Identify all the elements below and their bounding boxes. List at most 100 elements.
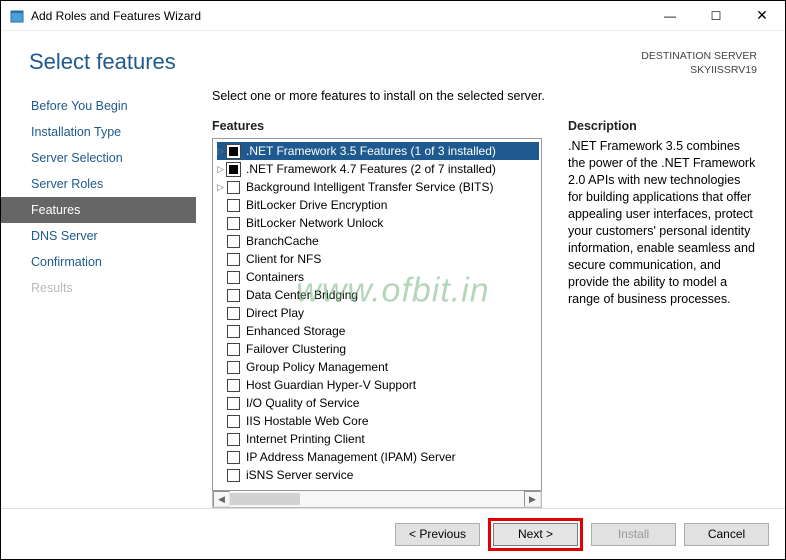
header: Select features DESTINATION SERVER SKYII… — [1, 31, 785, 77]
nav-server-selection[interactable]: Server Selection — [1, 145, 196, 171]
feature-row[interactable]: Host Guardian Hyper-V Support — [217, 376, 539, 394]
feature-label: IIS Hostable Web Core — [246, 412, 369, 430]
feature-checkbox[interactable] — [227, 433, 240, 446]
features-column: Features ▷ .NET Framework 3.5 Features (1… — [212, 119, 542, 508]
feature-checkbox[interactable] — [227, 415, 240, 428]
content: Before You Begin Installation Type Serve… — [1, 77, 785, 508]
titlebar: Add Roles and Features Wizard — ☐ ✕ — [1, 1, 785, 31]
feature-row[interactable]: Containers — [217, 268, 539, 286]
dest-value: SKYIISSRV19 — [641, 63, 757, 77]
description-column: Description .NET Framework 3.5 combines … — [568, 119, 757, 508]
feature-label: Failover Clustering — [246, 340, 346, 358]
feature-row[interactable]: ▷ .NET Framework 4.7 Features (2 of 7 ins… — [217, 160, 539, 178]
feature-checkbox[interactable] — [227, 235, 240, 248]
install-button: Install — [591, 523, 676, 546]
footer: < Previous Next > Install Cancel — [1, 509, 785, 559]
feature-label: Host Guardian Hyper-V Support — [246, 376, 416, 394]
next-highlight: Next > — [488, 518, 583, 551]
nav-confirmation[interactable]: Confirmation — [1, 249, 196, 275]
description-text: .NET Framework 3.5 combines the power of… — [568, 138, 757, 308]
description-label: Description — [568, 119, 757, 138]
cancel-button[interactable]: Cancel — [684, 523, 769, 546]
feature-label: Direct Play — [246, 304, 304, 322]
feature-checkbox[interactable] — [227, 163, 240, 176]
minimize-button[interactable]: — — [647, 1, 693, 31]
nav-dns-server[interactable]: DNS Server — [1, 223, 196, 249]
expand-icon[interactable]: ▷ — [217, 160, 227, 178]
feature-label: BitLocker Drive Encryption — [246, 196, 387, 214]
dest-label: DESTINATION SERVER — [641, 49, 757, 63]
nav-server-roles[interactable]: Server Roles — [1, 171, 196, 197]
maximize-button[interactable]: ☐ — [693, 1, 739, 31]
feature-checkbox[interactable] — [227, 199, 240, 212]
feature-label: Containers — [246, 268, 304, 286]
scroll-left-button[interactable]: ◀ — [213, 491, 230, 507]
feature-checkbox[interactable] — [227, 217, 240, 230]
feature-row[interactable]: BitLocker Drive Encryption — [217, 196, 539, 214]
nav-results: Results — [1, 275, 196, 301]
feature-row[interactable]: Group Policy Management — [217, 358, 539, 376]
feature-row[interactable]: iSNS Server service — [217, 466, 539, 484]
scroll-track[interactable] — [230, 491, 524, 507]
feature-label: iSNS Server service — [246, 466, 353, 484]
feature-label: .NET Framework 3.5 Features (1 of 3 inst… — [246, 142, 496, 160]
feature-label: BitLocker Network Unlock — [246, 214, 383, 232]
feature-checkbox[interactable] — [227, 397, 240, 410]
features-label: Features — [212, 119, 542, 138]
nav-sidebar: Before You Begin Installation Type Serve… — [1, 87, 196, 508]
instruction-text: Select one or more features to install o… — [212, 87, 757, 119]
horizontal-scrollbar[interactable]: ◀ ▶ — [212, 491, 542, 508]
expand-icon[interactable]: ▷ — [217, 142, 227, 160]
scroll-thumb[interactable] — [230, 493, 300, 505]
features-listbox[interactable]: ▷ .NET Framework 3.5 Features (1 of 3 ins… — [212, 138, 542, 491]
feature-checkbox[interactable] — [227, 253, 240, 266]
feature-row[interactable]: Direct Play — [217, 304, 539, 322]
feature-row[interactable]: Client for NFS — [217, 250, 539, 268]
next-button[interactable]: Next > — [493, 523, 578, 546]
feature-checkbox[interactable] — [227, 325, 240, 338]
nav-installation-type[interactable]: Installation Type — [1, 119, 196, 145]
feature-row[interactable]: IP Address Management (IPAM) Server — [217, 448, 539, 466]
window: Add Roles and Features Wizard — ☐ ✕ Sele… — [0, 0, 786, 560]
feature-checkbox[interactable] — [227, 289, 240, 302]
feature-row[interactable]: Internet Printing Client — [217, 430, 539, 448]
feature-checkbox[interactable] — [227, 181, 240, 194]
feature-row[interactable]: ▷ Background Intelligent Transfer Service… — [217, 178, 539, 196]
expand-icon[interactable]: ▷ — [217, 178, 227, 196]
feature-checkbox[interactable] — [227, 379, 240, 392]
feature-checkbox[interactable] — [227, 307, 240, 320]
feature-label: BranchCache — [246, 232, 319, 250]
feature-label: Group Policy Management — [246, 358, 388, 376]
feature-checkbox[interactable] — [227, 343, 240, 356]
feature-label: I/O Quality of Service — [246, 394, 359, 412]
feature-checkbox[interactable] — [227, 271, 240, 284]
feature-checkbox[interactable] — [227, 451, 240, 464]
feature-label: Enhanced Storage — [246, 322, 345, 340]
feature-row[interactable]: BranchCache — [217, 232, 539, 250]
feature-label: Client for NFS — [246, 250, 321, 268]
previous-button[interactable]: < Previous — [395, 523, 480, 546]
feature-label: .NET Framework 4.7 Features (2 of 7 inst… — [246, 160, 496, 178]
feature-row[interactable]: Enhanced Storage — [217, 322, 539, 340]
main-panel: Select one or more features to install o… — [196, 87, 785, 508]
app-icon — [9, 8, 25, 24]
feature-label: Background Intelligent Transfer Service … — [246, 178, 493, 196]
feature-row[interactable]: Failover Clustering — [217, 340, 539, 358]
feature-label: Internet Printing Client — [246, 430, 365, 448]
feature-row[interactable]: Data Center Bridging — [217, 286, 539, 304]
nav-before-you-begin[interactable]: Before You Begin — [1, 93, 196, 119]
destination-server: DESTINATION SERVER SKYIISSRV19 — [641, 49, 757, 77]
feature-row[interactable]: BitLocker Network Unlock — [217, 214, 539, 232]
feature-label: IP Address Management (IPAM) Server — [246, 448, 456, 466]
feature-row[interactable]: I/O Quality of Service — [217, 394, 539, 412]
nav-features[interactable]: Features — [1, 197, 196, 223]
feature-label: Data Center Bridging — [246, 286, 358, 304]
feature-checkbox[interactable] — [227, 361, 240, 374]
feature-checkbox[interactable] — [227, 469, 240, 482]
feature-row[interactable]: IIS Hostable Web Core — [217, 412, 539, 430]
feature-row[interactable]: ▷ .NET Framework 3.5 Features (1 of 3 ins… — [217, 142, 539, 160]
feature-checkbox[interactable] — [227, 145, 240, 158]
close-button[interactable]: ✕ — [739, 1, 785, 31]
scroll-right-button[interactable]: ▶ — [524, 491, 541, 507]
window-title: Add Roles and Features Wizard — [31, 9, 647, 23]
